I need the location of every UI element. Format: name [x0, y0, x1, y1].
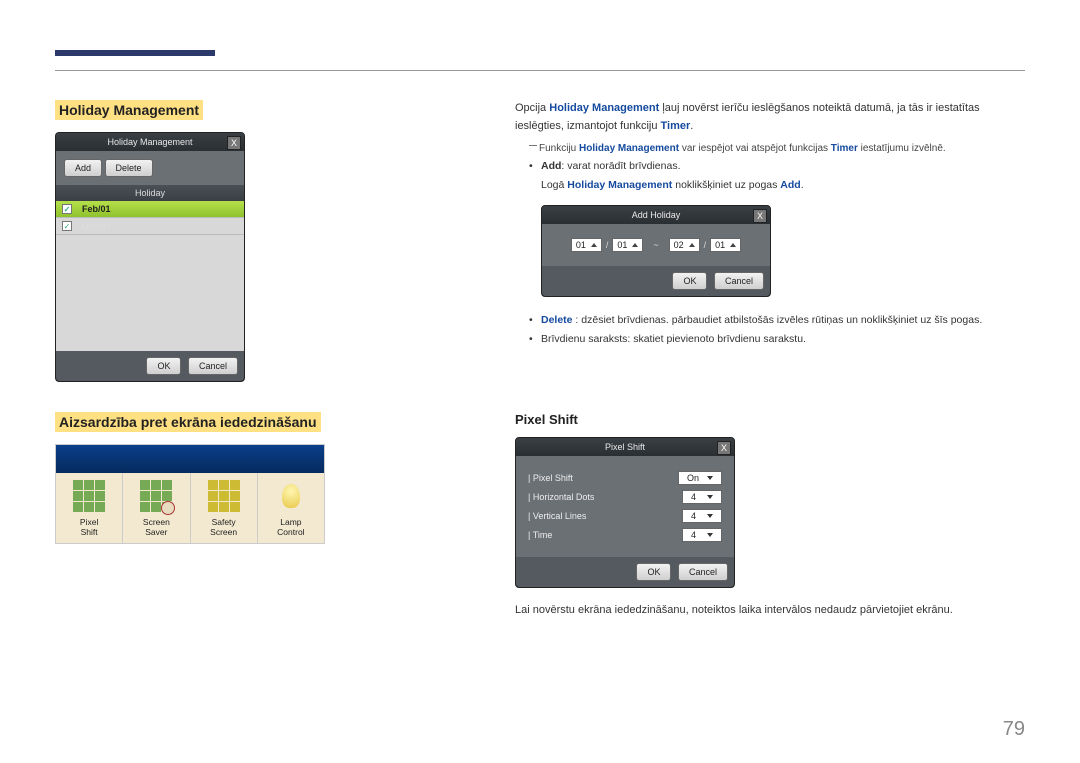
dialog-titlebar: Add Holiday X [542, 206, 770, 224]
pixel-shift-select[interactable]: On [678, 471, 722, 485]
holiday-date: Dec/01 [82, 221, 111, 231]
month-from-input[interactable]: 01 [571, 238, 602, 252]
time-select[interactable]: 4 [682, 528, 722, 542]
dialog-titlebar: Pixel Shift X [516, 438, 734, 456]
toolbar-top-strip [56, 445, 324, 473]
intro-paragraph: Opcija Holiday Management ļauj novērst i… [515, 100, 1025, 135]
add-holiday-dialog: Add Holiday X 01 / 01 ~ 02 / 01 OK Cance… [541, 205, 771, 297]
delete-button[interactable]: Delete [105, 159, 153, 177]
add-button[interactable]: Add [64, 159, 102, 177]
grid-icon [72, 479, 106, 513]
bullet-delete: Delete : dzēsiet brīvdienas. pārbaudiet … [541, 311, 1025, 330]
day-from-input[interactable]: 01 [612, 238, 643, 252]
list-item[interactable]: ✓ Dec/01 [56, 218, 244, 235]
header-accent [55, 50, 215, 56]
section-heading-holiday: Holiday Management [55, 100, 203, 120]
month-to-input[interactable]: 02 [669, 238, 700, 252]
close-icon[interactable]: X [227, 136, 241, 150]
column-header: Holiday [56, 185, 244, 201]
ok-button[interactable]: OK [672, 272, 707, 290]
day-to-input[interactable]: 01 [710, 238, 741, 252]
ok-button[interactable]: OK [146, 357, 181, 375]
dialog-title: Holiday Management [107, 137, 192, 147]
page-number: 79 [1003, 718, 1025, 741]
dialog-title: Add Holiday [632, 210, 681, 220]
ok-button[interactable]: OK [636, 563, 671, 581]
screen-saver-button[interactable]: ScreenSaver [123, 473, 190, 543]
holiday-list: ✓ Feb/01 ✓ Dec/01 [56, 201, 244, 351]
checkbox-icon[interactable]: ✓ [62, 221, 72, 231]
close-icon[interactable]: X [753, 209, 767, 223]
note-line: Funkciju Holiday Management var iespējot… [529, 141, 1025, 157]
cancel-button[interactable]: Cancel [678, 563, 728, 581]
close-icon[interactable]: X [717, 441, 731, 455]
bullet-list: Brīvdienu saraksts: skatiet pievienoto b… [541, 330, 1025, 349]
bullet-add: Add: varat norādīt brīvdienas. Logā Holi… [541, 157, 1025, 195]
holiday-management-dialog: Holiday Management X Add Delete Holiday … [55, 132, 245, 382]
holiday-date: Feb/01 [82, 204, 111, 214]
pixel-shift-heading: Pixel Shift [515, 412, 1025, 427]
cancel-button[interactable]: Cancel [188, 357, 238, 375]
pixel-shift-dialog: Pixel Shift X | Pixel Shift On | Horizont… [515, 437, 735, 588]
pixel-shift-button[interactable]: PixelShift [56, 473, 123, 543]
cancel-button[interactable]: Cancel [714, 272, 764, 290]
grid-icon [207, 479, 241, 513]
safety-toolbar: PixelShift ScreenSaver SafetyScreen Lamp… [55, 444, 325, 544]
safety-screen-button[interactable]: SafetyScreen [191, 473, 258, 543]
grid-clock-icon [139, 479, 173, 513]
section-heading-burn-protect: Aizsardzība pret ekrāna iededzināšanu [55, 412, 321, 432]
field-label: | Pixel Shift [528, 473, 573, 483]
dialog-titlebar: Holiday Management X [56, 133, 244, 151]
field-label: | Time [528, 530, 552, 540]
bulb-icon [274, 479, 308, 513]
vlines-select[interactable]: 4 [682, 509, 722, 523]
slash: / [704, 240, 707, 250]
dialog-title: Pixel Shift [605, 442, 645, 452]
lamp-control-button[interactable]: LampControl [258, 473, 324, 543]
range-tilde: ~ [653, 240, 658, 250]
checkbox-icon[interactable]: ✓ [62, 204, 72, 214]
slash: / [606, 240, 609, 250]
list-item[interactable]: ✓ Feb/01 [56, 201, 244, 218]
hdots-select[interactable]: 4 [682, 490, 722, 504]
field-label: | Vertical Lines [528, 511, 586, 521]
field-label: | Horizontal Dots [528, 492, 594, 502]
header-rule [55, 70, 1025, 71]
pixel-shift-desc: Lai novērstu ekrāna iededzināšanu, notei… [515, 602, 1025, 620]
